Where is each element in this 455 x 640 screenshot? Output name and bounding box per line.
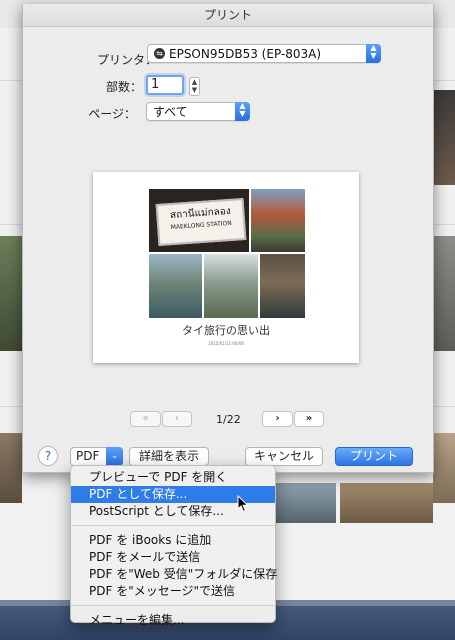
background-photo-thumbnail[interactable] <box>433 433 455 503</box>
preview-photo-floating-market-3 <box>260 254 305 318</box>
printer-status-icon: ⇋ <box>154 48 165 59</box>
next-page-button[interactable]: › <box>262 411 293 427</box>
chevron-down-icon: ⌄ <box>106 447 123 466</box>
preview-photo-floating-market-1 <box>149 254 202 318</box>
copies-label: 部数： <box>105 80 142 94</box>
background-photo-thumbnail[interactable] <box>433 236 455 351</box>
pdf-menu-button[interactable]: PDF ⌄ <box>70 447 123 466</box>
print-button[interactable]: プリント <box>335 447 413 466</box>
copies-stepper[interactable]: ▲ ▼ <box>189 77 200 96</box>
menu-item-open-in-preview[interactable]: プレビューで PDF を開く <box>71 469 275 486</box>
pages-label: ページ： <box>88 107 136 121</box>
preview-photo-train-market <box>251 189 305 252</box>
album-date: 2015/01/15 00/06 <box>208 341 244 346</box>
mouse-pointer-icon <box>237 495 249 513</box>
last-page-button[interactable]: » <box>294 411 324 427</box>
printer-select[interactable]: ⇋ EPSON95DB53 (EP-803A) ▲ ▼ <box>147 44 381 63</box>
first-page-button[interactable]: « <box>130 411 161 427</box>
printer-label: プリンタ： <box>96 53 157 67</box>
menu-item-save-to-web-receipts[interactable]: PDF を"Web 受信"フォルダに保存 <box>71 566 277 583</box>
background-photo-thumbnail[interactable] <box>276 483 336 523</box>
updown-arrows-icon: ▲ ▼ <box>235 102 250 121</box>
menu-item-edit-menu[interactable]: メニューを編集... <box>71 612 275 629</box>
menu-item-send-by-mail[interactable]: PDF をメールで送信 <box>71 549 275 566</box>
help-button[interactable]: ? <box>38 446 58 466</box>
dialog-title: プリント <box>23 4 433 27</box>
station-sign: สถานีแม่กลอง MAEKLONG STATION <box>155 197 247 247</box>
background-photo-thumbnail[interactable] <box>0 433 22 503</box>
pdf-button-label: PDF <box>76 449 100 463</box>
menu-separator <box>71 525 275 526</box>
menu-item-send-via-messages[interactable]: PDF を"メッセージ"で送信 <box>71 583 275 600</box>
preview-photo-floating-market-2 <box>204 254 258 318</box>
show-details-button[interactable]: 詳細を表示 <box>129 447 209 466</box>
preview-photo-station-sign: สถานีแม่กลอง MAEKLONG STATION <box>149 189 249 252</box>
cancel-button[interactable]: キャンセル <box>245 447 323 466</box>
background-photo-thumbnail[interactable] <box>340 483 433 523</box>
print-preview-page: สถานีแม่กลอง MAEKLONG STATION タイ旅行の思い出 2… <box>93 172 359 363</box>
pages-select[interactable]: すべて ▲ ▼ <box>146 102 250 121</box>
pages-select-value: すべて <box>153 105 188 119</box>
updown-arrows-icon: ▲ ▼ <box>366 44 381 63</box>
copies-input[interactable]: 1 <box>146 75 184 95</box>
background-photo-thumbnail[interactable] <box>0 236 22 351</box>
menu-separator <box>71 605 275 606</box>
previous-page-button[interactable]: ‹ <box>162 411 192 427</box>
pdf-dropdown-menu: プレビューで PDF を開く PDF として保存... PostScript と… <box>70 465 277 627</box>
page-indicator: 1/22 <box>216 413 241 426</box>
menu-item-add-to-ibooks[interactable]: PDF を iBooks に追加 <box>71 532 275 549</box>
album-title: タイ旅行の思い出 <box>182 324 270 337</box>
background-photo-thumbnail[interactable] <box>433 90 455 185</box>
printer-select-value: EPSON95DB53 (EP-803A) <box>169 47 322 61</box>
